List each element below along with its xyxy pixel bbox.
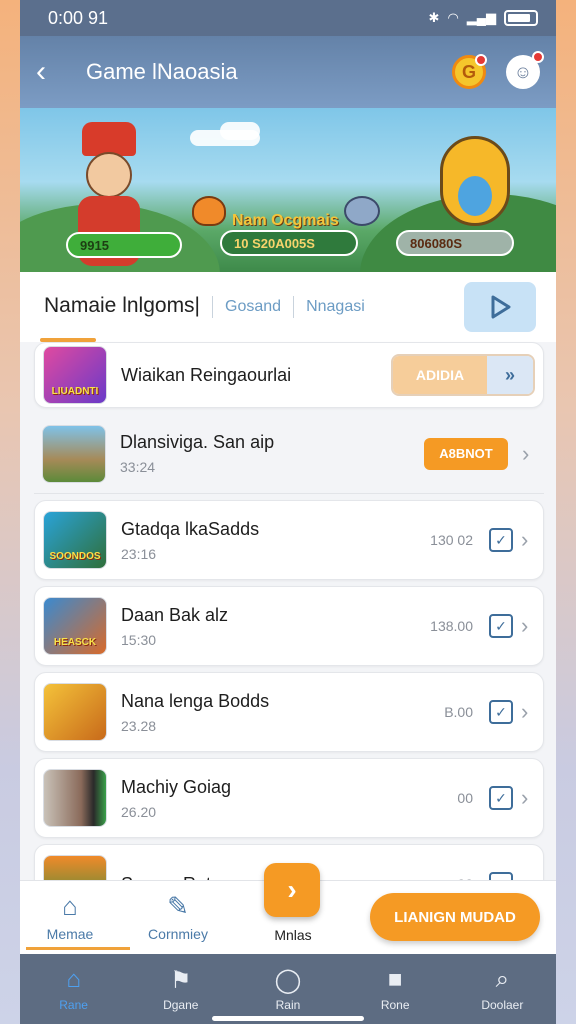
chevron-right-icon[interactable]: › (521, 527, 535, 553)
nav-item-center[interactable]: ◯ Rain (248, 966, 328, 1012)
promo-banner[interactable]: Nam Ocgmais 9915 10 S20A005S 806080S (20, 108, 556, 272)
coin-icon[interactable]: G (452, 54, 487, 89)
item-value: 00 (457, 790, 473, 806)
status-time: 0:00 91 (48, 7, 109, 28)
nav-item-store[interactable]: ■ Rone (355, 966, 435, 1012)
play-icon (491, 295, 511, 319)
wifi-icon: ◠ (447, 10, 459, 25)
chat-icon[interactable]: ☺ (506, 51, 544, 89)
go-button[interactable]: » (487, 356, 533, 394)
flag-icon: ⚑ (170, 967, 192, 994)
cloud-decoration (220, 122, 260, 140)
primary-action-button[interactable]: LIANIGN MUDAD (370, 893, 540, 941)
item-subtitle: 26.20 (121, 803, 157, 820)
item-subtitle: 15:30 (121, 631, 157, 648)
back-arrow-icon[interactable]: ‹ (36, 57, 68, 87)
list-item[interactable]: LIUADNTI Wiaikan Reingaourlai ADIDIA » (34, 342, 544, 408)
search-icon: ⌕ (495, 966, 510, 993)
bottom-action-bar: ⌂ Memae ✎ Cornmiey › Mnlas LIANIGN MUDAD (20, 863, 556, 954)
square-icon: ■ (387, 966, 403, 993)
status-bar: 0:00 91 ✱ ◠ ▂▄▆ (20, 0, 556, 36)
home-icon: ⌂ (66, 966, 81, 993)
phone-screen: 0:00 91 ✱ ◠ ▂▄▆ ‹ Game lNaoasia G ☺ Nam … (20, 0, 556, 1024)
nav-item-search[interactable]: ⌕ Doolaer (462, 966, 542, 1012)
game-thumbnail (42, 424, 106, 483)
pen-icon: ✎ (167, 891, 189, 921)
item-title: Dlansiviga. San aip (120, 432, 275, 452)
battery-icon (504, 10, 538, 26)
banner-stat-pill[interactable]: 9915 (66, 232, 182, 258)
app-header: ‹ Game lNaoasia G ☺ (20, 36, 556, 108)
tab-row: Namaie lnlgoms| Gosand Nnagasi (20, 272, 556, 342)
play-button[interactable] (464, 282, 536, 332)
home-outline-icon: ⌂ (62, 891, 78, 921)
list-item[interactable]: SOONDOS Gtadqa lkaSadds 23:16 130 02 ✓ › (34, 500, 544, 580)
community-action[interactable]: ✎ Cornmiey (128, 891, 228, 942)
checkbox-icon[interactable]: ✓ (489, 528, 513, 552)
monster-character (432, 126, 518, 236)
banner-stat-pill[interactable]: 806080S (396, 230, 514, 256)
chevron-right-icon[interactable]: › (521, 699, 535, 725)
community-action-label: Cornmiey (148, 926, 208, 942)
chevron-right-icon[interactable]: › (522, 441, 536, 467)
tab-main[interactable]: Namaie lnlgoms| (44, 294, 200, 320)
checkbox-icon[interactable]: ✓ (489, 786, 513, 810)
bluetooth-icon: ✱ (428, 10, 440, 25)
next-button[interactable]: › (264, 863, 320, 917)
home-action[interactable]: ⌂ Memae (20, 891, 120, 942)
item-value: 130 02 (430, 532, 473, 548)
chevron-right-icon[interactable]: › (521, 613, 535, 639)
signal-icon: ▂▄▆ (466, 10, 496, 25)
game-thumbnail: LIUADNTI (43, 346, 107, 404)
circle-icon: ◯ (274, 967, 302, 994)
game-thumbnail (43, 683, 107, 741)
notification-dot (475, 54, 487, 66)
banner-stat-pill[interactable]: 10 S20A005S (220, 230, 358, 256)
notification-dot (532, 51, 544, 63)
creature-icon (192, 196, 226, 226)
home-indicator[interactable] (212, 1016, 364, 1021)
chevron-right-icon[interactable]: › (521, 785, 535, 811)
creature-icon (344, 196, 380, 226)
tab-gosand[interactable]: Gosand (225, 298, 281, 316)
list-item[interactable]: Machiy Goiag 26.20 00 ✓ › (34, 758, 544, 838)
item-title: Daan Bak alz (121, 604, 229, 625)
item-title: Wiaikan Reingaourlai (121, 364, 292, 385)
list-item[interactable]: Nana lenga Bodds 23.28 B.00 ✓ › (34, 672, 544, 752)
item-subtitle: 23.28 (121, 717, 157, 734)
home-action-label: Memae (46, 926, 94, 942)
game-list: LIUADNTI Wiaikan Reingaourlai ADIDIA » D… (34, 342, 544, 930)
nav-item-game[interactable]: ⚑ Dgane (141, 966, 221, 1012)
active-action-indicator (26, 947, 130, 950)
center-action-label: Mnlas (274, 927, 312, 943)
tab-nnagasi[interactable]: Nnagasi (306, 298, 365, 316)
game-thumbnail: SOONDOS (43, 511, 107, 569)
checkbox-icon[interactable]: ✓ (489, 614, 513, 638)
list-item[interactable]: HEASCK Daan Bak alz 15:30 138.00 ✓ › (34, 586, 544, 666)
game-thumbnail (43, 769, 107, 827)
add-button[interactable]: ADIDIA (393, 356, 487, 394)
item-subtitle: 23:16 (121, 545, 157, 562)
page-title: Game lNaoasia (86, 59, 238, 84)
bottom-nav: ⌂ Rane ⚑ Dgane ◯ Rain ■ Rone ⌕ Doolaer (20, 954, 556, 1024)
item-subtitle: 33:24 (120, 459, 156, 475)
nav-item-home[interactable]: ⌂ Rane (34, 966, 114, 1012)
banner-title: Nam Ocgmais (232, 212, 339, 229)
game-thumbnail: HEASCK (43, 597, 107, 655)
item-title: Nana lenga Bodds (121, 690, 270, 711)
action-button[interactable]: A8BNOT (424, 437, 508, 470)
checkbox-icon[interactable]: ✓ (489, 700, 513, 724)
item-title: Machiy Goiag (121, 776, 232, 797)
item-value: B.00 (444, 704, 473, 720)
list-item[interactable]: Dlansiviga. San aip 33:24 A8BNOT › (34, 414, 544, 494)
item-title: Gtadqa lkaSadds (121, 518, 260, 539)
item-value: 138.00 (430, 618, 473, 634)
